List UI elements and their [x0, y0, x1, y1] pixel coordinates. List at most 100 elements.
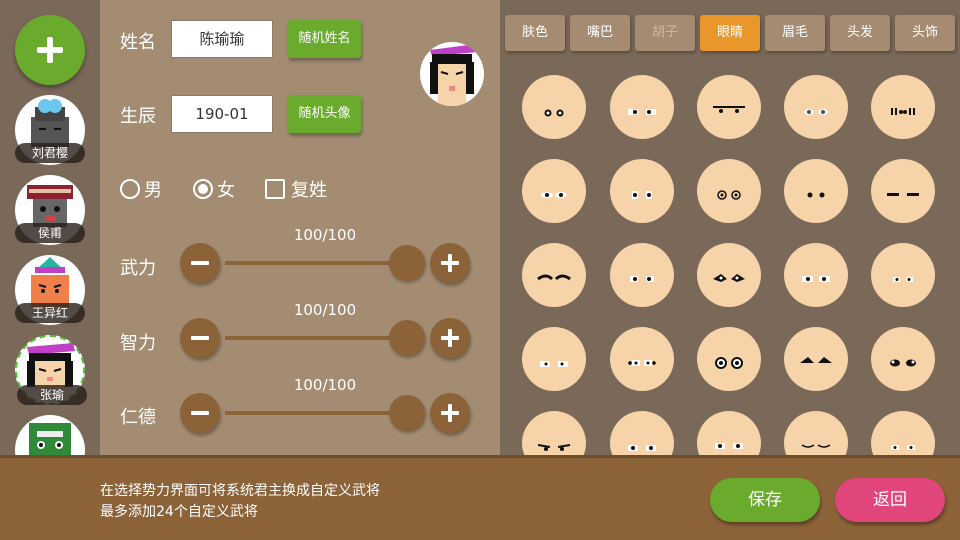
eye-style-icon: [802, 276, 830, 282]
tab-headwear[interactable]: 头饰: [895, 15, 955, 51]
tab-eyebrows[interactable]: 眉毛: [765, 15, 825, 51]
hero-name: 张瑜: [17, 385, 87, 405]
eye-option-1[interactable]: [522, 75, 586, 139]
stat-intellect-value: 100/100: [293, 301, 357, 319]
stat-virtue-label: 仁德: [120, 407, 156, 428]
eye-style-icon: [717, 190, 741, 200]
eye-option-14[interactable]: [784, 243, 848, 307]
eye-style-icon: [887, 193, 919, 196]
tab-skin[interactable]: 肤色: [505, 15, 565, 51]
stat-intellect-minus-button[interactable]: [180, 318, 220, 358]
eye-option-2[interactable]: [610, 75, 674, 139]
eye-option-23[interactable]: [697, 411, 761, 455]
tab-mouth[interactable]: 嘴巴: [570, 15, 630, 51]
eye-option-13[interactable]: [697, 243, 761, 307]
stat-virtue-value: 100/100: [293, 376, 357, 394]
eye-option-10[interactable]: [871, 159, 935, 223]
eye-option-25[interactable]: [871, 411, 935, 455]
gender-female-label: 女: [217, 180, 235, 201]
gender-male-label: 男: [144, 180, 162, 201]
hero-name: 侯甫: [15, 223, 85, 243]
eye-option-21[interactable]: [522, 411, 586, 455]
eye-option-9[interactable]: [784, 159, 848, 223]
eye-option-15[interactable]: [871, 243, 935, 307]
random-avatar-button[interactable]: 随机头像: [288, 95, 361, 133]
hero-avatar-4[interactable]: 张瑜: [15, 335, 87, 405]
avatar-preview-portrait: [430, 44, 478, 106]
eye-option-11[interactable]: [522, 243, 586, 307]
tip-line-1: 在选择势力界面可将系统君主换成自定义武将: [100, 483, 380, 499]
back-button[interactable]: 返回: [835, 478, 945, 522]
eye-style-icon: [628, 109, 656, 115]
hero-avatar-5[interactable]: [15, 415, 85, 455]
stat-force-slider-knob[interactable]: [389, 245, 425, 281]
eye-style-icon: [537, 274, 571, 281]
eye-option-20[interactable]: [871, 327, 935, 391]
hero-portrait: [29, 423, 71, 455]
eye-option-19[interactable]: [784, 327, 848, 391]
name-input[interactable]: 陈瑜瑜: [171, 20, 273, 58]
eye-option-17[interactable]: [610, 327, 674, 391]
eye-style-icon: [715, 443, 743, 449]
eye-style-icon: [628, 360, 656, 366]
eye-option-12[interactable]: [610, 243, 674, 307]
eye-style-icon: [632, 191, 652, 199]
name-label: 姓名: [120, 32, 156, 53]
eye-option-6[interactable]: [522, 159, 586, 223]
eye-style-icon: [891, 108, 915, 115]
custom-hero-list: 刘君樱 侯甫 王异红 张瑜: [0, 0, 100, 455]
add-hero-button[interactable]: [15, 15, 85, 85]
stat-intellect-slider-knob[interactable]: [389, 320, 425, 356]
face-part-panel: 肤色 嘴巴 胡子 眼睛 眉毛 头发 头饰: [500, 0, 960, 455]
eye-style-icon: [807, 192, 825, 198]
tip-line-2: 最多添加24个自定义武将: [100, 504, 258, 520]
stat-virtue-minus-button[interactable]: [180, 393, 220, 433]
eye-style-icon: [893, 277, 913, 282]
eye-style-icon: [628, 445, 656, 451]
eye-style-icon: [537, 444, 571, 451]
eye-style-icon: [801, 444, 831, 448]
hero-avatar-3[interactable]: 王异红: [15, 255, 85, 325]
stat-force-label: 武力: [120, 258, 156, 279]
eye-style-icon: [804, 109, 828, 115]
eye-option-4[interactable]: [784, 75, 848, 139]
eye-style-icon: [890, 359, 916, 367]
double-surname-label: 复姓: [291, 180, 327, 201]
eye-option-22[interactable]: [610, 411, 674, 455]
eye-style-icon: [715, 357, 743, 369]
eye-option-7[interactable]: [610, 159, 674, 223]
stat-force-value: 100/100: [293, 226, 357, 244]
gender-female-radio[interactable]: 女: [193, 178, 235, 201]
eye-option-5[interactable]: [871, 75, 935, 139]
tab-beard[interactable]: 胡子: [635, 15, 695, 51]
hero-name: 刘君樱: [15, 143, 85, 163]
eye-option-3[interactable]: [697, 75, 761, 139]
eye-option-18[interactable]: [697, 327, 761, 391]
tab-hair[interactable]: 头发: [830, 15, 890, 51]
eye-style-icon: [630, 276, 654, 282]
save-button[interactable]: 保存: [710, 478, 820, 522]
stat-virtue-slider-knob[interactable]: [389, 395, 425, 431]
stat-virtue-plus-button[interactable]: [430, 393, 470, 433]
eye-style-icon: [800, 357, 832, 363]
eye-option-8[interactable]: [697, 159, 761, 223]
eye-style-icon: [540, 361, 568, 367]
eye-style-icon: [541, 192, 567, 198]
checkbox-icon: [265, 179, 285, 199]
stat-force-plus-button[interactable]: [430, 243, 470, 283]
hero-avatar-2[interactable]: 侯甫: [15, 175, 85, 245]
eye-style-icon: [713, 106, 745, 113]
eye-style-icon: [891, 445, 915, 450]
double-surname-checkbox[interactable]: 复姓: [265, 178, 327, 201]
birth-input[interactable]: 190-01: [171, 95, 273, 133]
random-name-button[interactable]: 随机姓名: [288, 20, 361, 58]
eye-option-16[interactable]: [522, 327, 586, 391]
tab-eyes[interactable]: 眼睛: [700, 15, 760, 51]
stat-force-minus-button[interactable]: [180, 243, 220, 283]
hero-name: 王异红: [15, 303, 85, 323]
stat-intellect-plus-button[interactable]: [430, 318, 470, 358]
avatar-preview: [420, 42, 484, 106]
gender-male-radio[interactable]: 男: [120, 178, 162, 201]
eye-option-24[interactable]: [784, 411, 848, 455]
hero-avatar-1[interactable]: 刘君樱: [15, 95, 85, 165]
